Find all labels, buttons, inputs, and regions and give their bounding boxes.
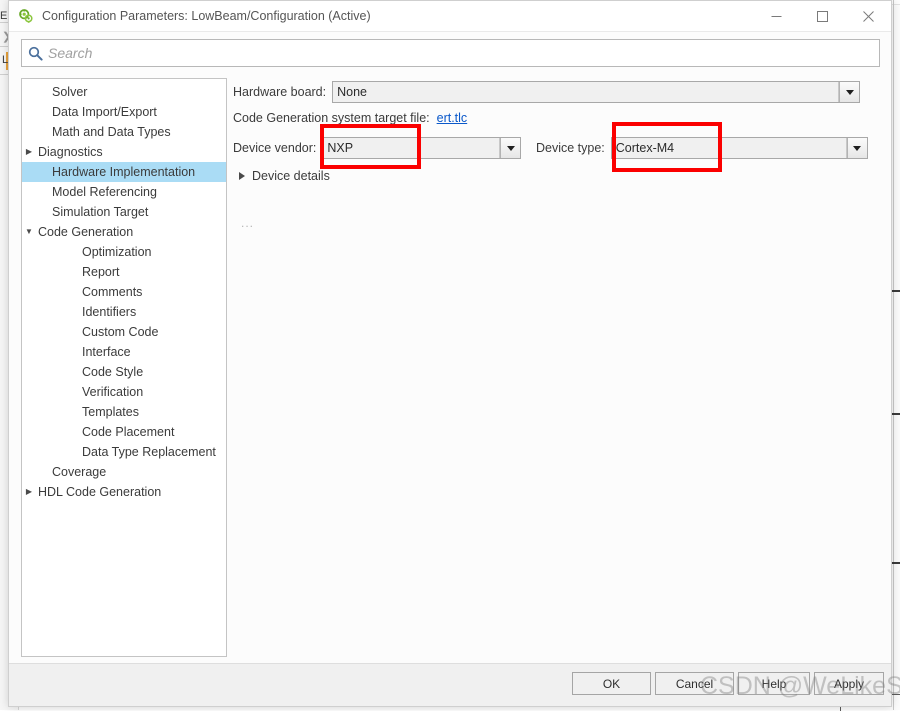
sidebar-item-identifiers[interactable]: Identifiers (22, 302, 226, 322)
sidebar-item-label: Templates (82, 405, 226, 419)
sidebar-item-comments[interactable]: Comments (22, 282, 226, 302)
system-target-file-link[interactable]: ert.tlc (437, 111, 468, 125)
dialog-footer: OK Cancel Help Apply (9, 663, 891, 706)
apply-button[interactable]: Apply (814, 672, 884, 695)
search-input[interactable] (48, 45, 879, 61)
sidebar-item-label: Simulation Target (52, 205, 226, 219)
sidebar-item-label: Interface (82, 345, 226, 359)
settings-tree[interactable]: Solver Data Import/Export Math and Data Ty… (21, 78, 227, 657)
sidebar-item-optimization[interactable]: Optimization (22, 242, 226, 262)
hardware-board-label: Hardware board: (233, 85, 326, 99)
device-details-label: Device details (252, 169, 330, 183)
sidebar-item-solver[interactable]: Solver (22, 82, 226, 102)
sidebar-item-diagnostics[interactable]: ▶Diagnostics (22, 142, 226, 162)
sidebar-item-data-type-replacement[interactable]: Data Type Replacement (22, 442, 226, 462)
sidebar-item-label: Model Referencing (52, 185, 226, 199)
sidebar-item-simulation-target[interactable]: Simulation Target (22, 202, 226, 222)
hardware-board-select[interactable]: None (332, 81, 860, 103)
help-button[interactable]: Help (738, 672, 810, 695)
sidebar-item-code-generation[interactable]: ▼Code Generation (22, 222, 226, 242)
sidebar-item-label: Data Import/Export (52, 105, 226, 119)
system-target-file-row: Code Generation system target file: ert.… (233, 111, 467, 125)
close-button[interactable] (845, 1, 891, 32)
sidebar-item-data-import-export[interactable]: Data Import/Export (22, 102, 226, 122)
device-type-row: Device type: Cortex-M4 (536, 137, 868, 159)
window-controls (753, 1, 891, 32)
ellipsis-marker: ... (241, 216, 254, 230)
hardware-implementation-panel: Hardware board: None Code Generation sys… (233, 78, 881, 657)
device-vendor-value: NXP (323, 138, 500, 158)
maximize-button[interactable] (799, 1, 845, 32)
chevron-down-icon[interactable] (847, 138, 867, 158)
sidebar-item-label: Coverage (52, 465, 226, 479)
search-bar (21, 39, 880, 67)
triangle-right-icon (239, 172, 245, 180)
sidebar-item-label: Custom Code (82, 325, 226, 339)
background-right-rule (893, 0, 894, 710)
device-vendor-row: Device vendor: NXP (233, 137, 521, 159)
device-vendor-select[interactable]: NXP (322, 137, 521, 159)
device-type-select[interactable]: Cortex-M4 (611, 137, 868, 159)
sidebar-item-math-and-data-types[interactable]: Math and Data Types (22, 122, 226, 142)
minimize-button[interactable] (753, 1, 799, 32)
sidebar-item-label: Hardware Implementation (52, 165, 226, 179)
sidebar-item-code-style[interactable]: Code Style (22, 362, 226, 382)
cancel-button[interactable]: Cancel (655, 672, 734, 695)
chevron-down-icon[interactable] (500, 138, 520, 158)
sidebar-item-report[interactable]: Report (22, 262, 226, 282)
sidebar-item-label: HDL Code Generation (38, 485, 226, 499)
sidebar-item-label: Verification (82, 385, 226, 399)
sidebar-item-code-placement[interactable]: Code Placement (22, 422, 226, 442)
sidebar-item-label: Report (82, 265, 226, 279)
chevron-down-icon[interactable] (839, 82, 859, 102)
device-type-value: Cortex-M4 (612, 138, 847, 158)
sidebar-item-coverage[interactable]: Coverage (22, 462, 226, 482)
dialog-titlebar: Configuration Parameters: LowBeam/Config… (9, 1, 891, 32)
search-icon (22, 46, 48, 61)
sidebar-item-custom-code[interactable]: Custom Code (22, 322, 226, 342)
sidebar-item-label: Diagnostics (38, 145, 226, 159)
system-target-file-label: Code Generation system target file: (233, 111, 430, 125)
hardware-board-row: Hardware board: None (233, 81, 860, 103)
device-type-label: Device type: (536, 141, 605, 155)
sidebar-item-templates[interactable]: Templates (22, 402, 226, 422)
sidebar-item-hdl-code-generation[interactable]: ▶HDL Code Generation (22, 482, 226, 502)
sidebar-item-label: Code Placement (82, 425, 226, 439)
sidebar-item-label: Identifiers (82, 305, 226, 319)
hardware-board-value: None (333, 82, 839, 102)
sidebar-item-model-referencing[interactable]: Model Referencing (22, 182, 226, 202)
sidebar-item-label: Optimization (82, 245, 226, 259)
sidebar-item-label: Solver (52, 85, 226, 99)
simulink-icon (18, 8, 34, 24)
chevron-right-icon[interactable]: ▶ (22, 488, 36, 496)
sidebar-item-hardware-implementation[interactable]: Hardware Implementation (22, 162, 226, 182)
dialog-title: Configuration Parameters: LowBeam/Config… (42, 9, 371, 23)
chevron-down-icon[interactable]: ▼ (22, 228, 36, 236)
sidebar-item-label: Data Type Replacement (82, 445, 226, 459)
sidebar-item-label: Comments (82, 285, 226, 299)
device-vendor-label: Device vendor: (233, 141, 316, 155)
sidebar-item-verification[interactable]: Verification (22, 382, 226, 402)
ok-button[interactable]: OK (572, 672, 651, 695)
chevron-right-icon[interactable]: ▶ (22, 148, 36, 156)
configuration-parameters-dialog: Configuration Parameters: LowBeam/Config… (8, 0, 892, 707)
sidebar-item-label: Code Style (82, 365, 226, 379)
sidebar-item-label: Code Generation (38, 225, 226, 239)
sidebar-item-interface[interactable]: Interface (22, 342, 226, 362)
sidebar-item-label: Math and Data Types (52, 125, 226, 139)
search-box[interactable] (21, 39, 880, 67)
device-details-expander[interactable]: Device details (239, 169, 330, 183)
